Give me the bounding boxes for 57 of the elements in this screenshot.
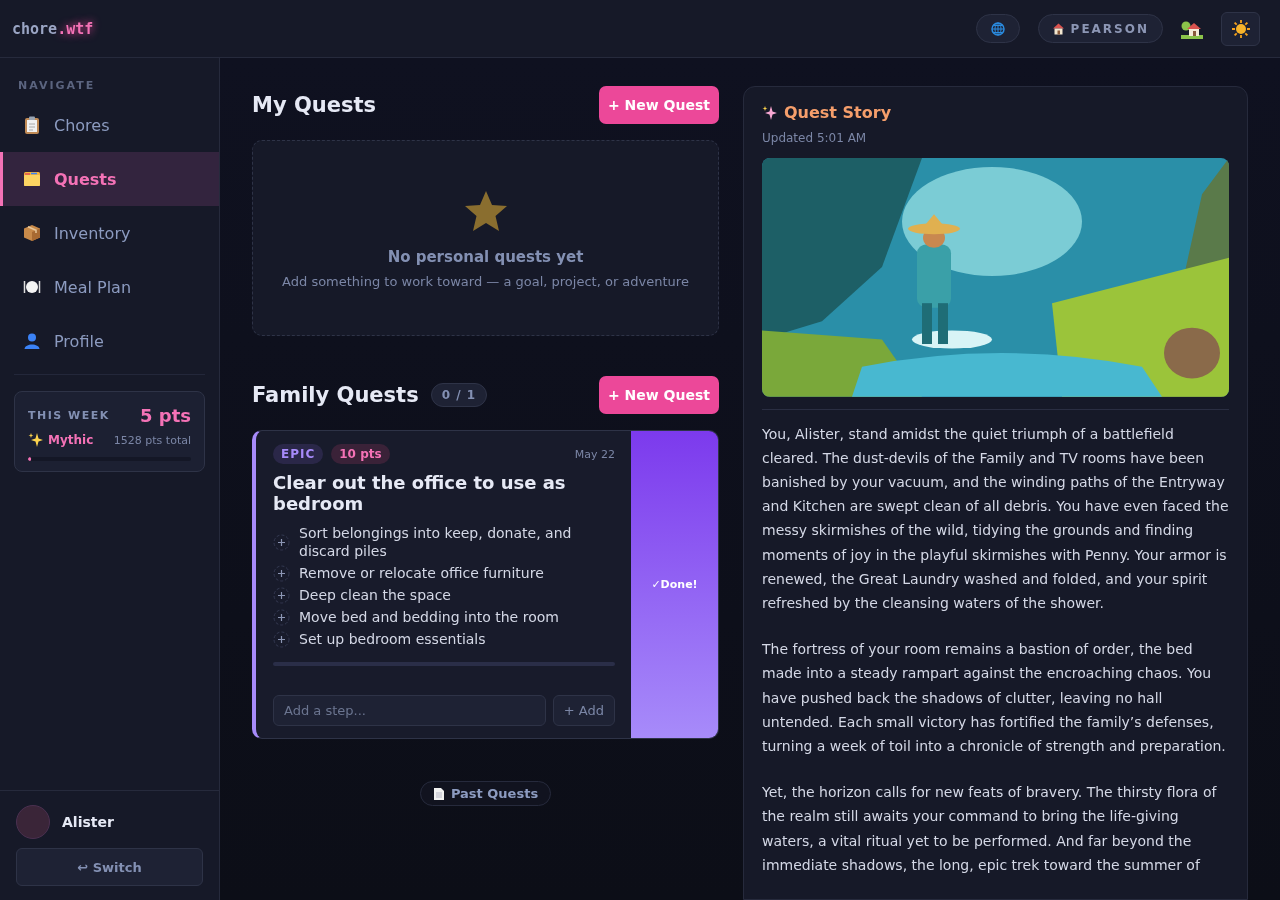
folder-icon — [22, 169, 42, 189]
rank-label: Mythic — [48, 433, 94, 447]
switch-user-button[interactable]: ↩ Switch — [16, 848, 203, 886]
points-value: 5 pts — [140, 405, 191, 426]
nav-item[interactable]: Chores — [0, 98, 219, 152]
step-text: Sort belongings into keep, donate, and discard piles — [299, 524, 573, 560]
box-icon — [22, 223, 42, 243]
nav-item[interactable]: Quests — [0, 152, 219, 206]
quest-count: 0 / 1 — [430, 383, 488, 407]
step-text: Deep clean the space — [299, 586, 451, 604]
story-paragraph: You, Alister, stand amidst the quiet triumph of a battlefield cleared. The dust-devils of the Family and TV rooms have been banished by your vacuum, and the winding paths of the Entryway and Kitchen are swept clean of all debris. You have even faced the messy skirmishes of the wild, tidying the grounds and finding moments of joy in the playful skirmishes with Penny. Your armor is renewed, the Great Laundry washed and folded, and your spirit refreshed by the cleansing waters of the shower. — [762, 424, 1229, 613]
document-icon — [432, 786, 445, 801]
story-paragraph: Yet, the horizon calls for new feats of bravery. The thirsty flora of the realm still awaits your command to bring the life-giving waters, a vital ritual yet to be performed. And far beyond the immediate shadows, the long, epic trek toward the summer of — [762, 783, 1218, 875]
add-step-button[interactable]: + Add — [552, 695, 615, 726]
theme-toggle-button[interactable] — [1221, 11, 1260, 46]
add-step-icon[interactable] — [273, 586, 290, 604]
nav-item[interactable]: Inventory — [0, 206, 219, 260]
sparkle-icon — [762, 104, 778, 121]
past-quests-button[interactable]: Past Quests — [419, 781, 552, 806]
card-label: THIS WEEK — [28, 409, 110, 422]
new-quest-button[interactable]: + New Quest — [599, 86, 719, 124]
house-icon — [1051, 22, 1065, 35]
add-step-icon[interactable] — [273, 630, 290, 648]
add-step-icon[interactable] — [273, 533, 290, 551]
story-title: Quest Story — [784, 103, 892, 122]
sun-icon — [1230, 18, 1251, 39]
new-quest-button[interactable]: + New Quest — [599, 376, 719, 414]
household-button[interactable]: PEARSON — [1037, 14, 1163, 43]
logo[interactable]: chore.wtf — [12, 19, 94, 38]
step-text: Set up bedroom essentials — [299, 630, 486, 648]
section-title: Family Quests — [252, 383, 419, 407]
section-title: My Quests — [252, 93, 376, 117]
person-icon — [22, 331, 42, 351]
step-text: Remove or relocate office furniture — [299, 564, 544, 582]
empty-title: No personal quests yet — [387, 247, 584, 266]
clipboard-icon — [22, 115, 42, 135]
section-label: NAVIGATE — [17, 78, 97, 94]
step-input[interactable]: Add a step... — [273, 695, 546, 726]
updated-time: Updated 5:01 AM — [762, 131, 868, 145]
step-text: Move bed and bedding into the room — [299, 608, 559, 626]
story-paragraph: The fortress of your room remains a bastion of order, the bed made into a steady rampart against the encroaching chaos. You have pushed back the shadows of clutter, leaving no hall untended. Each small victory has fortified the family’s defenses, turning a week of toil into a chronicle of strength and preparation. — [762, 640, 1227, 756]
add-step-icon[interactable] — [273, 608, 290, 626]
quest-date: May 22 — [574, 447, 615, 461]
empty-text: Add something to work toward — a goal, project, or adventure — [282, 273, 689, 289]
nav-item[interactable]: Meal Plan — [0, 260, 219, 314]
tier-tag: EPIC — [273, 444, 324, 464]
points-tag: 10 pts — [331, 444, 390, 464]
quest-title: Clear out the office to use as bedroom — [273, 472, 567, 514]
done-button[interactable]: ✓Done! — [631, 431, 718, 738]
language-button[interactable] — [975, 14, 1020, 43]
user-name: Alister — [62, 814, 114, 830]
globe-icon — [990, 21, 1005, 36]
avatar — [16, 805, 50, 839]
points-total: 1528 pts total — [113, 433, 191, 447]
sparkle-icon — [28, 432, 44, 448]
add-step-icon[interactable] — [273, 564, 290, 582]
nav-item[interactable]: Profile — [0, 314, 219, 368]
